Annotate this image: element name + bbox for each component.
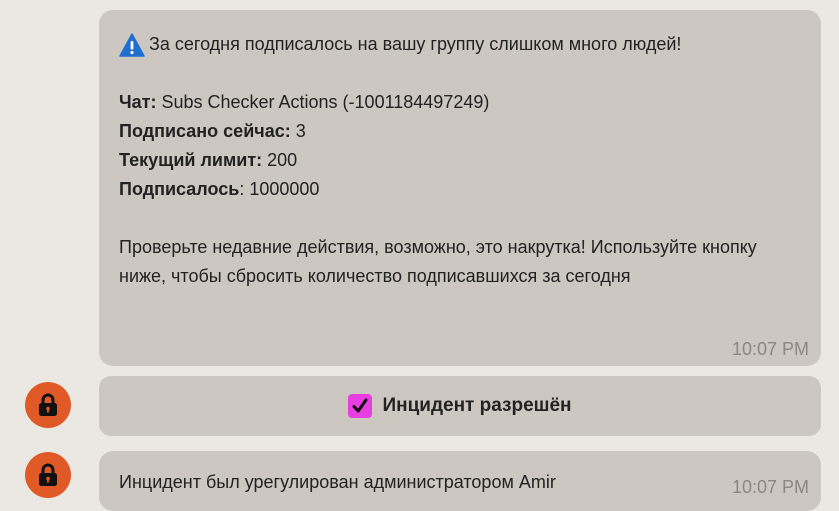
subscribed-now-label: Подписано сейчас: [119, 121, 291, 141]
chat-line: Чат: Subs Checker Actions (-100118449724… [119, 88, 789, 117]
advice-text: Проверьте недавние действия, возможно, э… [119, 237, 757, 286]
chat-label: Чат: [119, 92, 157, 112]
lock-icon [39, 463, 57, 486]
current-limit-label: Текущий лимит: [119, 150, 263, 170]
checkmark-icon [348, 394, 373, 418]
subscribed-line: Подписалось: 1000000 [119, 175, 789, 204]
message-time: 10:07 PM [731, 339, 809, 359]
chat-value: Subs Checker Actions (-1001184497249) [156, 92, 490, 112]
message-time: 10:07 PM [731, 477, 809, 497]
bot-message-incident: За сегодня подписалось на вашу группу сл… [99, 10, 821, 366]
incident-resolved-button[interactable]: Инцидент разрешён [99, 376, 821, 436]
warning-text: За сегодня подписалось на вашу группу сл… [149, 34, 682, 54]
warning-icon [119, 33, 145, 57]
message-text: За сегодня подписалось на вашу группу сл… [119, 30, 789, 291]
bot-avatar[interactable] [25, 382, 71, 428]
bot-message-resolved: Инцидент был урегулирован администраторо… [99, 451, 821, 511]
subscribed-now-value: 3 [290, 121, 306, 141]
message-text: Инцидент был урегулирован администраторо… [119, 472, 556, 492]
current-limit-value: 200 [262, 150, 298, 170]
subscribed-now-line: Подписано сейчас: 3 [119, 117, 789, 146]
subscribed-label: Подписалось [119, 179, 240, 199]
incident-resolved-label: Инцидент разрешён [382, 395, 572, 416]
bot-avatar[interactable] [25, 452, 71, 498]
lock-icon [39, 393, 57, 416]
current-limit-line: Текущий лимит: 200 [119, 146, 789, 175]
subscribed-value: : 1000000 [239, 179, 320, 199]
